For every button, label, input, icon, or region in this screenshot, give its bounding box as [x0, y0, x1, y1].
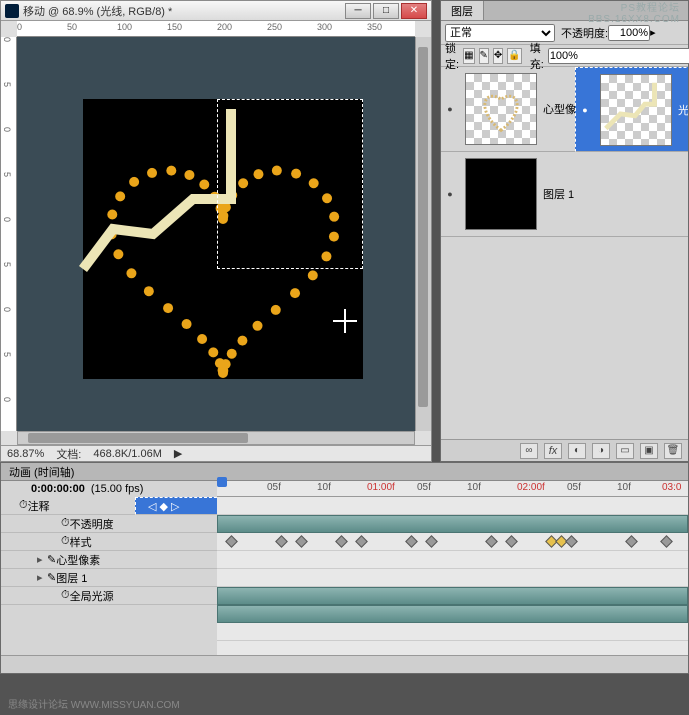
new-layer-icon[interactable]: ▣ — [640, 443, 658, 459]
keyframe[interactable] — [275, 535, 288, 548]
fx-icon[interactable]: fx — [544, 443, 562, 459]
layer-row[interactable]: 光线 — [575, 67, 688, 152]
keyframe[interactable] — [295, 535, 308, 548]
crosshair-cursor — [333, 309, 357, 333]
track-lane[interactable] — [217, 497, 688, 515]
track-label[interactable]: ▸ ✎ 心型像素 — [1, 551, 217, 569]
maximize-button[interactable]: □ — [373, 3, 399, 19]
visibility-icon[interactable] — [441, 104, 459, 114]
keyframe[interactable] — [335, 535, 348, 548]
folder-icon[interactable]: ▭ — [616, 443, 634, 459]
fill-input[interactable] — [548, 48, 689, 64]
layer-name[interactable]: 光线 — [678, 102, 688, 118]
ruler-vertical[interactable]: 050505050 — [1, 37, 17, 431]
lock-transparent-icon[interactable]: ▦ — [463, 48, 474, 64]
doc-size-label: 文档: — [50, 446, 87, 462]
window-title: 移动 @ 68.9% (光线, RGB/8) * — [23, 3, 343, 19]
opacity-label: 不透明度: — [561, 25, 608, 41]
layer-name[interactable]: 图层 1 — [543, 186, 688, 202]
animation-panel: 动画 (时间轴) 05f10f01:00f05f10f02:00f05f10f0… — [0, 462, 689, 674]
track-lane[interactable] — [217, 551, 688, 569]
track-lane[interactable] — [217, 515, 688, 533]
track-label[interactable]: ⏱ 不透明度 — [1, 515, 217, 533]
keyframe[interactable] — [505, 535, 518, 548]
timeline-ruler[interactable]: 05f10f01:00f05f10f02:00f05f10f03:0 — [217, 481, 688, 497]
document-window: 移动 @ 68.9% (光线, RGB/8) * ─ □ ✕ 050100150… — [0, 0, 432, 462]
status-arrow-icon[interactable]: ▶ — [168, 447, 188, 460]
canvas[interactable] — [17, 37, 415, 431]
track-label[interactable]: ⏱ 全局光源 — [1, 587, 217, 605]
track-lane[interactable] — [217, 533, 688, 551]
artwork — [83, 99, 363, 379]
watermark-top: PS教程论坛 BBS.16XX8.COM — [588, 3, 680, 25]
lock-brush-icon[interactable]: ✎ — [479, 48, 489, 64]
animation-footer — [1, 655, 688, 673]
watermark-bottom: 思缘设计论坛 WWW.MISSYUAN.COM — [8, 696, 180, 711]
mask-icon[interactable]: ◐ — [568, 443, 586, 459]
layer-list: 光线心型像素图层 1 — [441, 67, 688, 439]
fps: (15.00 fps) — [91, 483, 144, 495]
opacity-input[interactable] — [608, 25, 650, 41]
lock-all-icon[interactable]: 🔒 — [507, 48, 521, 64]
layers-panel: PS教程论坛 BBS.16XX8.COM 图层 正常 不透明度: ▸ 锁定: ▦… — [440, 0, 689, 462]
keyframe[interactable] — [405, 535, 418, 548]
timecode: 0:00:00:00 — [31, 483, 85, 495]
keyframe[interactable] — [660, 535, 673, 548]
visibility-icon[interactable] — [441, 189, 459, 199]
layers-footer: ∞ fx ◐ ◑ ▭ ▣ 🗑 — [441, 439, 688, 461]
close-button[interactable]: ✕ — [401, 3, 427, 19]
scrollbar-horizontal[interactable] — [17, 431, 415, 445]
scrollbar-vertical[interactable] — [415, 37, 431, 431]
trash-icon[interactable]: 🗑 — [664, 443, 682, 459]
selection-marquee — [217, 99, 363, 269]
track-lane[interactable] — [217, 623, 688, 641]
keyframe[interactable] — [485, 535, 498, 548]
playhead[interactable] — [217, 477, 227, 487]
tab-animation[interactable]: 动画 (时间轴) — [1, 463, 688, 481]
keyframe[interactable] — [225, 535, 238, 548]
ruler-horizontal[interactable]: 050100150200250300350400 — [17, 21, 415, 37]
layer-thumbnail[interactable] — [600, 74, 672, 146]
keyframe[interactable] — [425, 535, 438, 548]
track-label[interactable]: ▸ ✎ 图层 1 — [1, 569, 217, 587]
minimize-button[interactable]: ─ — [345, 3, 371, 19]
layer-thumbnail[interactable] — [465, 73, 537, 145]
layer-row[interactable]: 图层 1 — [441, 152, 688, 237]
doc-size: 468.8K/1.06M — [87, 448, 168, 460]
track-lane[interactable] — [217, 569, 688, 587]
track-lane[interactable] — [217, 605, 688, 623]
track-lane[interactable] — [217, 587, 688, 605]
track-label[interactable]: ⏱ 样式 — [1, 533, 217, 551]
keyframe[interactable] — [565, 535, 578, 548]
adjustment-icon[interactable]: ◑ — [592, 443, 610, 459]
status-bar: 68.87% 文档: 468.8K/1.06M ▶ — [1, 445, 431, 461]
lock-move-icon[interactable]: ✥ — [493, 48, 503, 64]
layer-thumbnail[interactable] — [465, 158, 537, 230]
visibility-icon[interactable] — [576, 105, 594, 115]
opacity-dropdown-icon[interactable]: ▸ — [650, 26, 656, 39]
keyframe[interactable] — [355, 535, 368, 548]
title-bar[interactable]: 移动 @ 68.9% (光线, RGB/8) * ─ □ ✕ — [1, 1, 431, 21]
link-icon[interactable]: ∞ — [520, 443, 538, 459]
zoom-level[interactable]: 68.87% — [1, 448, 50, 460]
app-icon — [5, 4, 19, 18]
tab-layers[interactable]: 图层 — [441, 1, 484, 20]
keyframe[interactable] — [625, 535, 638, 548]
